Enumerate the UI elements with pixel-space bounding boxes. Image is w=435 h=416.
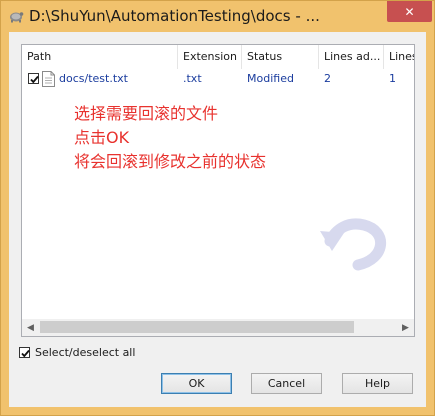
table-row[interactable]: docs/test.txt .txt Modified 2 1 bbox=[22, 70, 414, 88]
cell-status: Modified bbox=[247, 72, 294, 85]
window-title: D:\ShuYun\AutomationTesting\docs - ... bbox=[29, 7, 320, 25]
cell-lines-added: 2 bbox=[324, 72, 331, 85]
annotation-line-2: 点击OK bbox=[74, 128, 130, 147]
checkmark-icon bbox=[21, 349, 30, 358]
scroll-left-button[interactable]: ◀ bbox=[22, 319, 39, 336]
close-button[interactable]: ✕ bbox=[387, 1, 432, 22]
scroll-thumb[interactable] bbox=[40, 321, 354, 333]
tortoise-icon bbox=[10, 12, 24, 23]
column-header-lines-added[interactable]: Lines ad... bbox=[319, 45, 384, 69]
help-button[interactable]: Help bbox=[342, 373, 413, 394]
cancel-button[interactable]: Cancel bbox=[251, 373, 322, 394]
select-all-box[interactable] bbox=[19, 347, 30, 358]
cell-lines-removed: 1 bbox=[389, 72, 396, 85]
text-file-icon bbox=[42, 71, 55, 87]
cell-path: docs/test.txt bbox=[59, 72, 128, 85]
revert-dialog: D:\ShuYun\AutomationTesting\docs - ... ✕… bbox=[0, 0, 435, 416]
list-header: Path Extension Status Lines ad... Lines bbox=[22, 45, 414, 69]
horizontal-scrollbar[interactable]: ◀ ▶ bbox=[22, 319, 414, 336]
row-checkbox[interactable] bbox=[28, 73, 39, 84]
column-header-path[interactable]: Path bbox=[22, 45, 178, 69]
annotation-line-3: 将会回滚到修改之前的状态 bbox=[74, 152, 267, 171]
title-bar[interactable]: D:\ShuYun\AutomationTesting\docs - ... ✕ bbox=[1, 1, 434, 32]
revert-watermark-icon bbox=[320, 218, 386, 271]
ok-button[interactable]: OK bbox=[161, 373, 232, 394]
annotation-line-1: 选择需要回滚的文件 bbox=[74, 104, 219, 123]
checkmark-icon bbox=[30, 75, 39, 84]
column-header-lines-removed[interactable]: Lines bbox=[384, 45, 414, 69]
close-icon: ✕ bbox=[404, 4, 415, 19]
scroll-right-button[interactable]: ▶ bbox=[397, 319, 414, 336]
select-all-label: Select/deselect all bbox=[35, 346, 136, 359]
column-header-status[interactable]: Status bbox=[242, 45, 319, 69]
file-list[interactable]: Path Extension Status Lines ad... Lines bbox=[21, 44, 415, 337]
cell-extension: .txt bbox=[183, 72, 202, 85]
dialog-body: Path Extension Status Lines ad... Lines bbox=[9, 32, 426, 407]
scroll-left-icon: ◀ bbox=[27, 322, 34, 333]
scroll-right-icon: ▶ bbox=[402, 322, 409, 333]
column-header-extension[interactable]: Extension bbox=[178, 45, 242, 69]
